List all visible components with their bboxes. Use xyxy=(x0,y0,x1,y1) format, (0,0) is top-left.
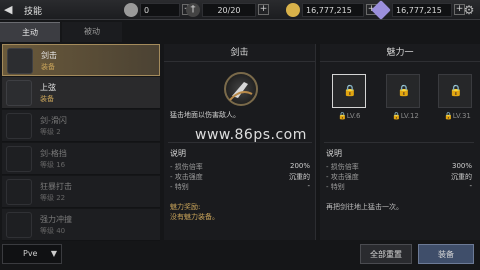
divider xyxy=(324,142,474,143)
charm-slot[interactable]: 🔒 xyxy=(438,74,472,108)
charm-note: 再把剑往地上猛击一次。 xyxy=(326,203,403,211)
lock-small-icon: 🔒 xyxy=(338,112,347,120)
skill-item[interactable]: 剑-滑闪 等级 2 xyxy=(2,110,160,142)
stat-row: - 攻击强度 沉重的 xyxy=(170,173,310,181)
skill-thumbnail-icon xyxy=(6,179,32,205)
charm-slot-label: 🔒LV.6 xyxy=(338,112,361,120)
detail-title: 剑击 xyxy=(164,44,315,62)
skill-item[interactable]: 上弦 装备 xyxy=(2,77,160,109)
top-bar: ◀ 技能 0 + † 20/20 + 16,777,215 + 16,777,2… xyxy=(0,0,480,20)
skill-thumbnail-icon xyxy=(7,48,33,74)
reset-all-button[interactable]: 全部重置 xyxy=(360,244,412,264)
tab-active-skills[interactable]: 主动 xyxy=(0,22,60,42)
coin-icon xyxy=(124,3,138,17)
lock-icon: 🔒 xyxy=(343,84,357,97)
chevron-down-icon: ▼ xyxy=(50,249,57,258)
skill-list: 剑击 装备 上弦 装备 剑-滑闪 等级 2 剑-格挡 等级 16 狂暴打击 等级… xyxy=(2,44,160,241)
charm-slot-label: 🔒LV.12 xyxy=(392,112,419,120)
mode-select[interactable]: Pve ▼ xyxy=(2,244,62,264)
stamina-resource: † 20/20 + xyxy=(186,3,272,17)
skill-item[interactable]: 狂暴打击 等级 22 xyxy=(2,176,160,208)
stat-row: - 攻击强度 沉重的 xyxy=(326,173,472,181)
stat-row: - 特别 - xyxy=(326,182,472,191)
gold-coin-icon xyxy=(286,3,300,17)
skill-large-icon xyxy=(224,72,258,106)
page-title: 技能 xyxy=(24,7,43,17)
skill-thumbnail-icon xyxy=(6,146,32,172)
skill-item[interactable]: 剑击 装备 xyxy=(2,44,160,76)
stat-row: - 损伤倍率 200% xyxy=(170,162,310,171)
lock-small-icon: 🔒 xyxy=(444,112,453,120)
skill-item[interactable]: 强力冲撞 等级 40 xyxy=(2,209,160,241)
charm-slot[interactable]: 🔒 xyxy=(332,74,366,108)
lock-small-icon: 🔒 xyxy=(392,112,401,120)
section-label: 说明 xyxy=(170,149,186,158)
crystal-resource: 16,777,215 + xyxy=(371,0,465,20)
charm-slot[interactable]: 🔒 xyxy=(386,74,420,108)
back-arrow-icon[interactable]: ◀ xyxy=(4,3,20,17)
bonus-text: 没有魅力装备。 xyxy=(170,213,219,221)
charm-slot-label: 🔒LV.31 xyxy=(444,112,471,120)
sword-icon: † xyxy=(186,3,200,17)
lock-icon: 🔒 xyxy=(397,84,411,97)
charm-title: 魅力一 xyxy=(320,44,480,62)
crystal-icon xyxy=(371,0,391,20)
coin-resource: 0 + xyxy=(124,3,194,17)
skill-tabs: 主动 被动 xyxy=(0,22,160,42)
gear-icon[interactable]: ⚙ xyxy=(462,3,476,17)
equip-button[interactable]: 装备 xyxy=(418,244,474,264)
stat-row: - 特别 - xyxy=(170,182,310,191)
section-label: 说明 xyxy=(326,149,342,158)
gold-resource: 16,777,215 + xyxy=(286,3,378,17)
charm-panel: 魅力一 🔒 🔒 🔒 🔒LV.6 🔒LV.12 🔒LV.31 说明 - 损伤倍率 3… xyxy=(320,44,480,240)
add-stamina-button[interactable]: + xyxy=(258,4,269,15)
bonus-title: 魅力奖励: xyxy=(170,203,201,211)
lock-icon: 🔒 xyxy=(449,84,463,97)
tab-passive-skills[interactable]: 被动 xyxy=(62,22,122,42)
watermark: www.86ps.com xyxy=(195,127,307,143)
skill-thumbnail-icon xyxy=(6,80,32,106)
sword-strike-icon xyxy=(229,82,253,101)
stat-row: - 损伤倍率 300% xyxy=(326,162,472,171)
skill-thumbnail-icon xyxy=(6,212,32,238)
skill-item[interactable]: 剑-格挡 等级 16 xyxy=(2,143,160,175)
skill-thumbnail-icon xyxy=(6,113,32,139)
